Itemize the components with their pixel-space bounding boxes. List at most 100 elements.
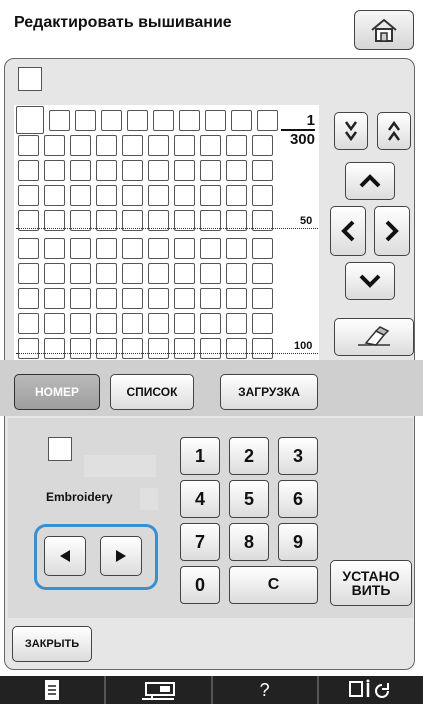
pattern-cell[interactable] xyxy=(96,185,117,206)
key-2[interactable]: 2 xyxy=(229,437,269,475)
pattern-cell[interactable] xyxy=(18,313,39,334)
pattern-cell[interactable] xyxy=(252,338,273,359)
pattern-cell[interactable] xyxy=(70,135,91,156)
pattern-cell[interactable] xyxy=(174,238,195,259)
pattern-cell[interactable] xyxy=(122,185,143,206)
set-button[interactable]: УСТАНО ВИТЬ xyxy=(330,560,412,606)
move-down-button[interactable] xyxy=(345,262,395,300)
pattern-cell[interactable] xyxy=(252,313,273,334)
pattern-cell[interactable] xyxy=(148,263,169,284)
pattern-cell[interactable] xyxy=(18,263,39,284)
pattern-cell[interactable] xyxy=(200,338,221,359)
pattern-cell[interactable] xyxy=(200,135,221,156)
pattern-cell[interactable] xyxy=(226,263,247,284)
pattern-cell[interactable] xyxy=(226,135,247,156)
pattern-cell[interactable] xyxy=(44,238,65,259)
pattern-cell[interactable] xyxy=(18,238,39,259)
pattern-cell[interactable] xyxy=(148,160,169,181)
pattern-cell[interactable] xyxy=(44,288,65,309)
pattern-cell[interactable] xyxy=(96,263,117,284)
pattern-cell[interactable] xyxy=(122,313,143,334)
machine-button[interactable] xyxy=(106,676,213,704)
move-right-button[interactable] xyxy=(374,206,410,256)
key-4[interactable]: 4 xyxy=(180,480,220,518)
pattern-cell[interactable] xyxy=(96,238,117,259)
pattern-cell[interactable] xyxy=(16,106,44,134)
pattern-cell[interactable] xyxy=(96,338,117,359)
key-5[interactable]: 5 xyxy=(229,480,269,518)
pattern-cell[interactable] xyxy=(44,135,65,156)
pattern-cell[interactable] xyxy=(148,338,169,359)
pattern-cell[interactable] xyxy=(200,160,221,181)
pattern-cell[interactable] xyxy=(252,238,273,259)
pattern-cell[interactable] xyxy=(252,185,273,206)
pattern-cell[interactable] xyxy=(18,160,39,181)
key-0[interactable]: 0 xyxy=(180,566,220,604)
pattern-cell[interactable] xyxy=(148,313,169,334)
pattern-cell[interactable] xyxy=(226,338,247,359)
pattern-cell[interactable] xyxy=(226,185,247,206)
pattern-cell[interactable] xyxy=(153,110,174,131)
move-left-button[interactable] xyxy=(330,206,366,256)
pattern-cell[interactable] xyxy=(70,238,91,259)
pattern-cell[interactable] xyxy=(70,160,91,181)
pattern-cell[interactable] xyxy=(257,110,278,131)
pattern-cell[interactable] xyxy=(252,263,273,284)
pattern-cell[interactable] xyxy=(200,313,221,334)
document-button[interactable] xyxy=(0,676,107,704)
tab-number[interactable]: НОМЕР xyxy=(14,374,100,410)
pattern-cell[interactable] xyxy=(122,288,143,309)
pattern-cell[interactable] xyxy=(148,238,169,259)
pattern-cell[interactable] xyxy=(96,160,117,181)
key-8[interactable]: 8 xyxy=(229,523,269,561)
key-7[interactable]: 7 xyxy=(180,523,220,561)
pattern-cell[interactable] xyxy=(49,110,70,131)
key-3[interactable]: 3 xyxy=(278,437,318,475)
pattern-cell[interactable] xyxy=(252,288,273,309)
pattern-cell[interactable] xyxy=(44,185,65,206)
page-down-button[interactable] xyxy=(334,112,368,150)
help-button[interactable]: ? xyxy=(213,676,319,704)
settings-button[interactable] xyxy=(319,676,423,704)
tab-list[interactable]: СПИСОК xyxy=(110,374,194,410)
pattern-cell[interactable] xyxy=(179,110,200,131)
pattern-cell[interactable] xyxy=(174,338,195,359)
page-up-button[interactable] xyxy=(377,112,411,150)
pattern-cell[interactable] xyxy=(44,313,65,334)
pattern-cell[interactable] xyxy=(252,135,273,156)
pattern-cell[interactable] xyxy=(148,288,169,309)
pattern-cell[interactable] xyxy=(122,338,143,359)
pattern-cell[interactable] xyxy=(174,263,195,284)
pattern-cell[interactable] xyxy=(96,313,117,334)
pattern-cell[interactable] xyxy=(200,238,221,259)
key-1[interactable]: 1 xyxy=(180,437,220,475)
pattern-cell[interactable] xyxy=(122,263,143,284)
pattern-cell[interactable] xyxy=(226,288,247,309)
close-button[interactable]: ЗАКРЫТЬ xyxy=(12,626,92,662)
pattern-cell[interactable] xyxy=(200,288,221,309)
pattern-cell[interactable] xyxy=(44,263,65,284)
next-button[interactable] xyxy=(100,536,142,576)
pattern-cell[interactable] xyxy=(44,160,65,181)
pattern-cell[interactable] xyxy=(70,288,91,309)
pattern-cell[interactable] xyxy=(127,110,148,131)
pattern-cell[interactable] xyxy=(226,160,247,181)
tab-load[interactable]: ЗАГРУЗКА xyxy=(220,374,318,410)
move-up-button[interactable] xyxy=(345,162,395,200)
pattern-cell[interactable] xyxy=(200,185,221,206)
pattern-cell[interactable] xyxy=(174,288,195,309)
pattern-cell[interactable] xyxy=(122,160,143,181)
pattern-cell[interactable] xyxy=(96,135,117,156)
pattern-cell[interactable] xyxy=(122,238,143,259)
pattern-cell[interactable] xyxy=(70,185,91,206)
pattern-cell[interactable] xyxy=(174,313,195,334)
pattern-cell[interactable] xyxy=(148,185,169,206)
pattern-cell[interactable] xyxy=(18,338,39,359)
pattern-cell[interactable] xyxy=(200,263,221,284)
pattern-cell[interactable] xyxy=(252,160,273,181)
pattern-cell[interactable] xyxy=(101,110,122,131)
pattern-cell[interactable] xyxy=(174,185,195,206)
key-9[interactable]: 9 xyxy=(278,523,318,561)
clear-button[interactable]: C xyxy=(229,566,318,604)
pattern-cell[interactable] xyxy=(174,135,195,156)
